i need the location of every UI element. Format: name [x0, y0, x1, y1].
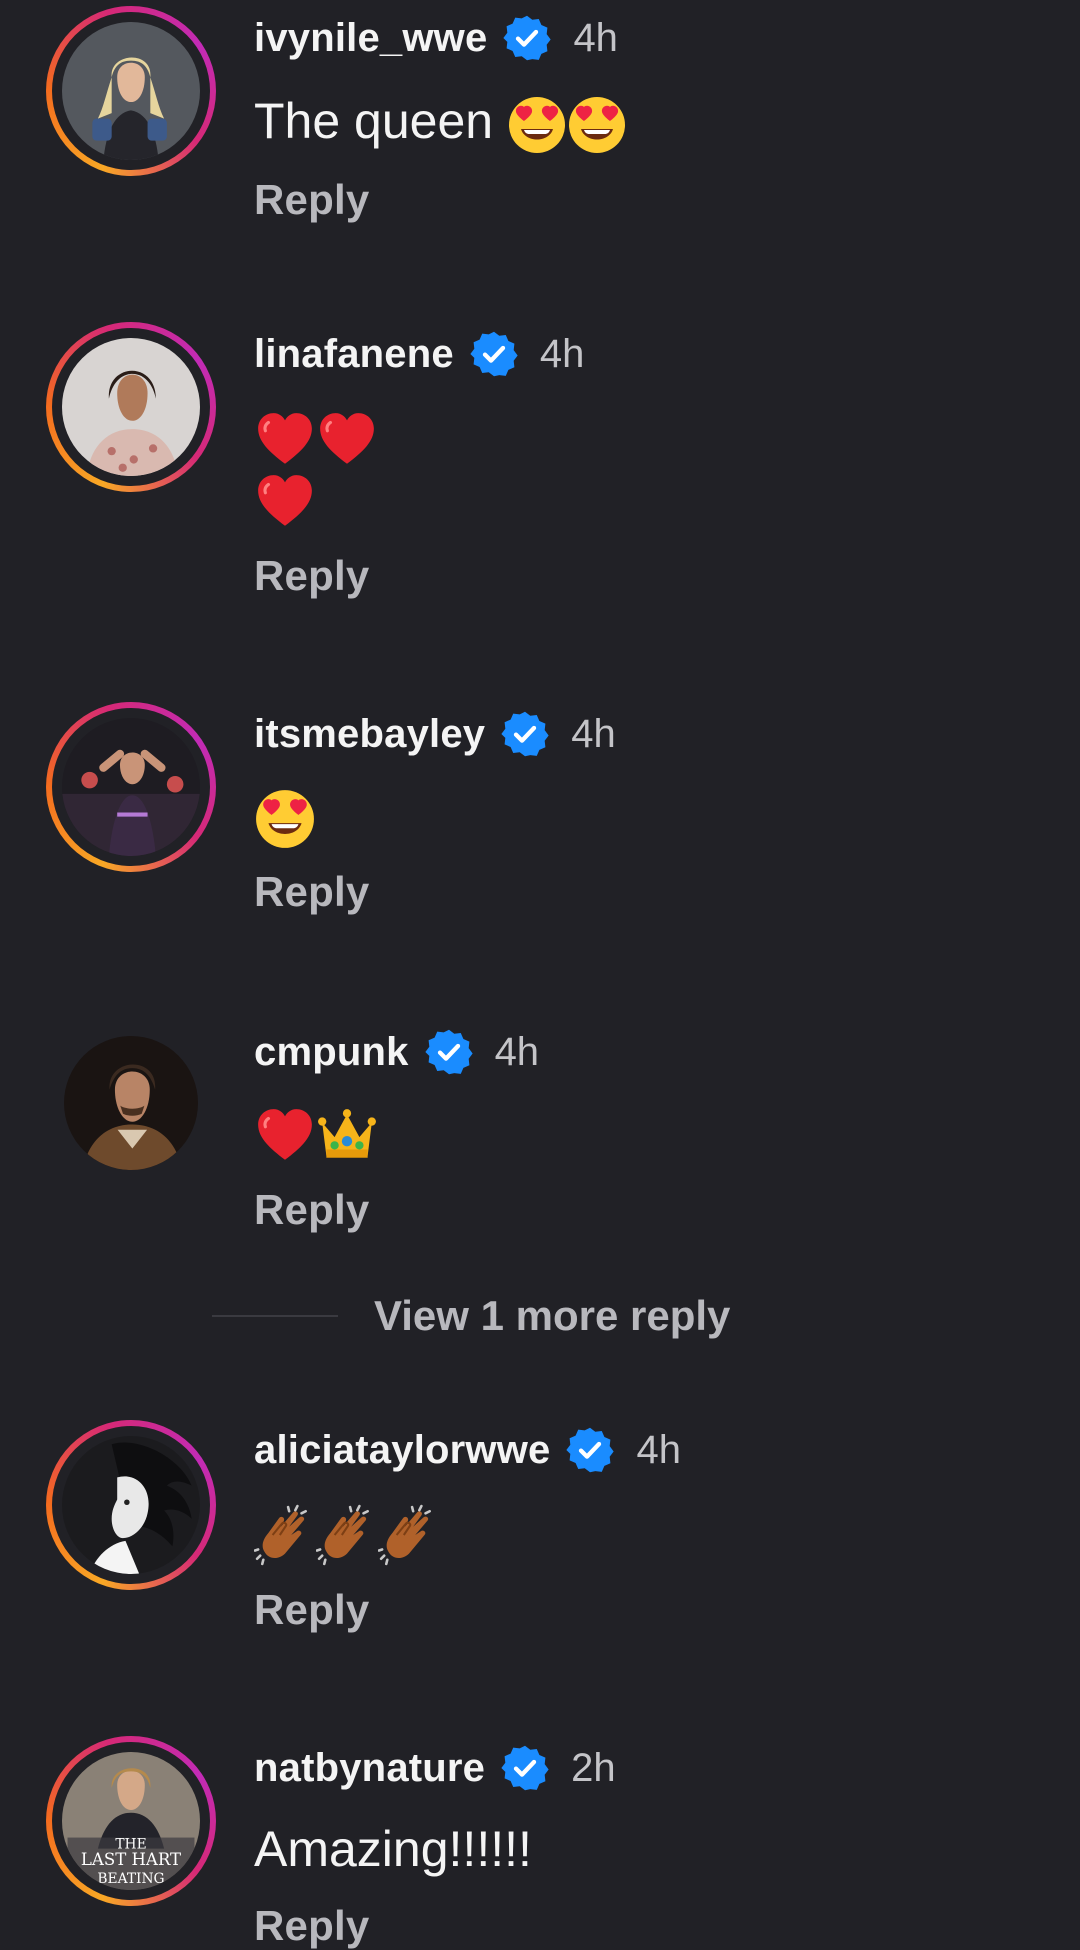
- comment-text: [254, 784, 316, 850]
- red-heart-emoji-icon: [254, 408, 316, 470]
- heart-eyes-emoji-icon: [254, 788, 316, 850]
- username[interactable]: itsmebayley: [254, 712, 485, 757]
- avatar[interactable]: [62, 338, 200, 476]
- view-more-replies[interactable]: View 1 more reply: [212, 1292, 730, 1340]
- comment-text: [254, 404, 378, 470]
- comment-time: 4h: [571, 711, 616, 756]
- clapping-hands-emoji-icon: [316, 1504, 378, 1566]
- username[interactable]: cmpunk: [254, 1030, 409, 1075]
- crown-emoji-icon: [316, 1104, 378, 1166]
- comment-text: [254, 1500, 440, 1566]
- view-more-divider: [212, 1315, 338, 1317]
- verified-badge-icon: [566, 1426, 614, 1474]
- view-more-replies-label[interactable]: View 1 more reply: [374, 1292, 730, 1340]
- red-heart-emoji-icon: [254, 470, 316, 532]
- heart-eyes-emoji-icon: [507, 95, 567, 155]
- avatar-text: LAST HART: [81, 1850, 181, 1869]
- username[interactable]: natbynature: [254, 1746, 485, 1791]
- red-heart-emoji-icon: [316, 408, 378, 470]
- comment-text: Amazing!!!!!!: [254, 1818, 532, 1880]
- verified-badge-icon: [501, 1744, 549, 1792]
- comment-time: 4h: [494, 1029, 540, 1074]
- comment-time: 4h: [539, 331, 585, 376]
- clapping-hands-emoji-icon: [378, 1504, 440, 1566]
- comment-time: 4h: [636, 1427, 681, 1472]
- comment-text-content: The queen: [254, 93, 494, 149]
- comment-text: [254, 1100, 378, 1166]
- avatar-story-ring[interactable]: [46, 6, 216, 176]
- avatar-story-ring[interactable]: [46, 1420, 216, 1590]
- reply-button[interactable]: Reply: [254, 176, 369, 224]
- username[interactable]: linafanene: [254, 332, 454, 377]
- avatar[interactable]: THE LAST HART BEATING: [62, 1752, 200, 1890]
- verified-badge-icon: [470, 330, 518, 378]
- reply-button[interactable]: Reply: [254, 1586, 369, 1634]
- reply-button[interactable]: Reply: [254, 1902, 369, 1950]
- clapping-hands-emoji-icon: [254, 1504, 316, 1566]
- avatar-story-ring[interactable]: [46, 702, 216, 872]
- avatar-story-ring[interactable]: THE LAST HART BEATING: [46, 1736, 216, 1906]
- comment-text: [254, 466, 316, 532]
- reply-button[interactable]: Reply: [254, 868, 369, 916]
- red-heart-emoji-icon: [254, 1104, 316, 1166]
- avatar-wrapper[interactable]: [46, 1018, 216, 1188]
- comment-time: 4h: [573, 15, 618, 60]
- reply-button[interactable]: Reply: [254, 552, 369, 600]
- heart-eyes-emoji-icon: [567, 95, 627, 155]
- avatar-text: BEATING: [97, 1871, 164, 1887]
- avatar-story-ring[interactable]: [46, 322, 216, 492]
- verified-badge-icon: [501, 710, 549, 758]
- username[interactable]: aliciataylorwwe: [254, 1428, 550, 1473]
- comment-time: 2h: [571, 1745, 616, 1790]
- comment-text: The queen: [254, 90, 627, 155]
- reply-button[interactable]: Reply: [254, 1186, 369, 1234]
- avatar[interactable]: [62, 718, 200, 856]
- username[interactable]: ivynile_wwe: [254, 16, 487, 61]
- avatar[interactable]: [64, 1036, 198, 1170]
- verified-badge-icon: [503, 14, 551, 62]
- comment-text-content: Amazing!!!!!!: [254, 1821, 532, 1877]
- avatar[interactable]: [62, 1436, 200, 1574]
- verified-badge-icon: [425, 1028, 473, 1076]
- avatar[interactable]: [62, 22, 200, 160]
